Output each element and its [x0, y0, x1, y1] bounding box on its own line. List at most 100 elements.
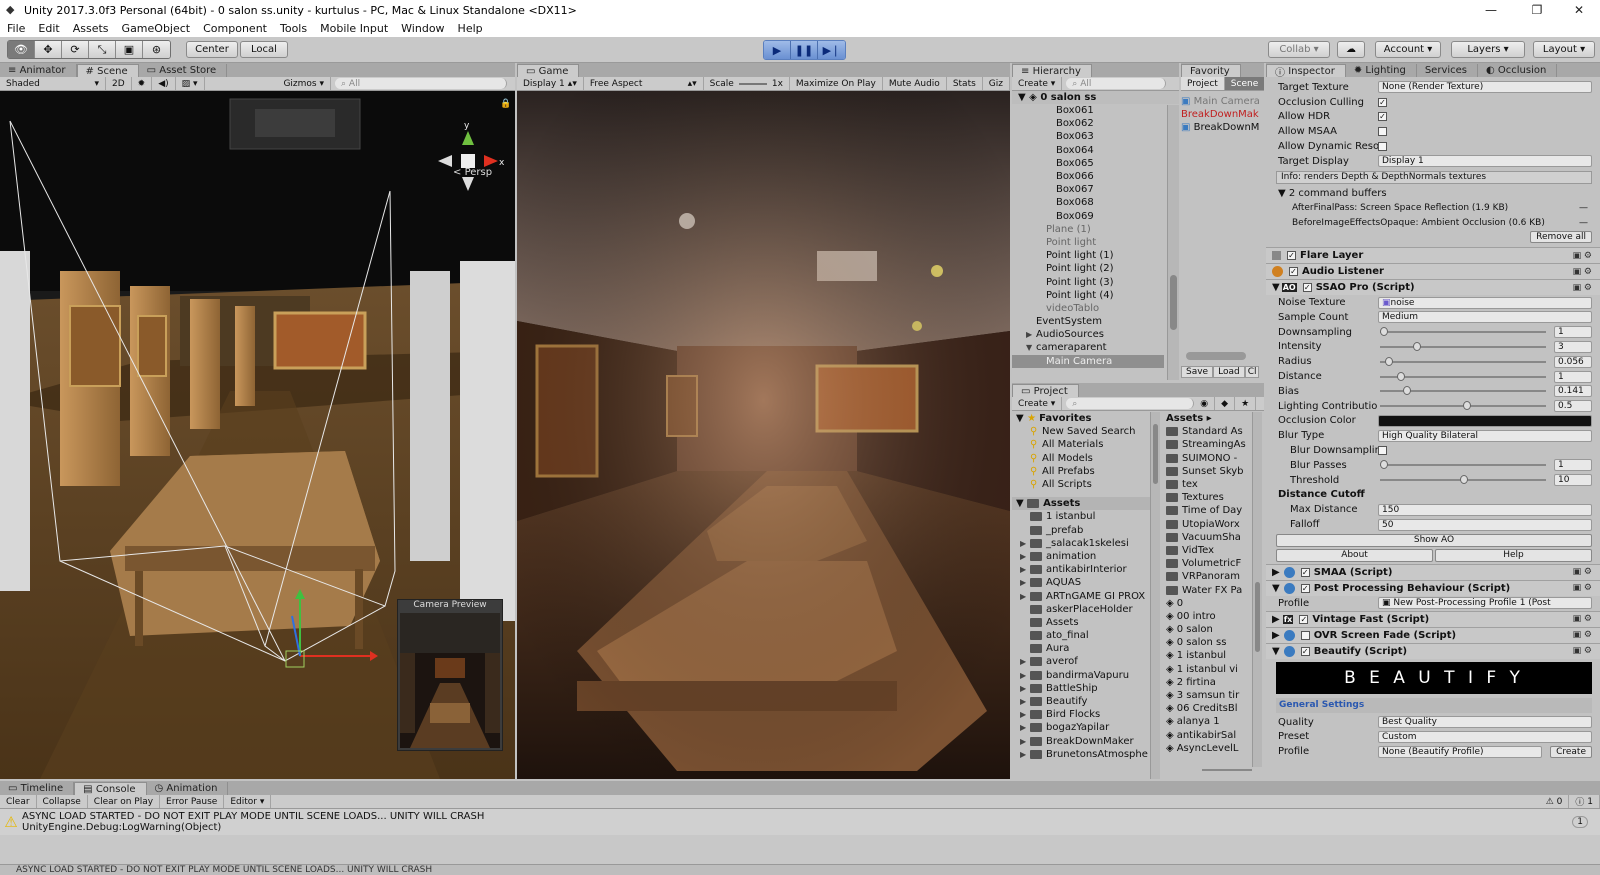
property-field[interactable]: Display 1	[1378, 155, 1592, 168]
favority-save-button[interactable]: Save	[1181, 366, 1214, 378]
favorite-item[interactable]: ⚲ All Scripts	[1012, 478, 1150, 491]
asset-item[interactable]: ◈ 00 intro	[1162, 610, 1252, 623]
project-folder[interactable]: ato_final	[1012, 629, 1150, 642]
console-error-count[interactable]: ⓘ 1	[1569, 795, 1600, 808]
hierarchy-item[interactable]: Point light (4)	[1012, 289, 1164, 302]
tab-favority[interactable]: Favority	[1181, 64, 1241, 77]
property-field[interactable]: ▣ noise	[1378, 296, 1592, 309]
foldout-arrow-icon[interactable]: ▶	[1020, 684, 1030, 693]
layers-button[interactable]: Layers ▾	[1451, 41, 1525, 58]
asset-item[interactable]: ◈ 2 firtina	[1162, 676, 1252, 689]
property-field[interactable]: 50	[1378, 518, 1592, 531]
tab-game[interactable]: ▭ Game	[517, 64, 580, 77]
project-folder[interactable]: _prefab	[1012, 524, 1150, 537]
project-create-button[interactable]: Create ▾	[1012, 397, 1063, 410]
property-number-field[interactable]: 1	[1554, 326, 1592, 339]
help-button[interactable]: Help	[1435, 548, 1592, 562]
menu-window[interactable]: Window	[394, 22, 450, 35]
beautify-profile-create-button[interactable]: Create	[1550, 745, 1592, 758]
slider-knob[interactable]	[1384, 356, 1393, 366]
property-field[interactable]: 150	[1378, 503, 1592, 516]
hierarchy-item[interactable]: Box069	[1012, 210, 1164, 223]
hierarchy-scene-root[interactable]: ▼ ◈ 0 salon ss	[1012, 91, 1179, 104]
console-entry[interactable]: ⚠ ASYNC LOAD STARTED - DO NOT EXIT PLAY …	[0, 809, 1600, 835]
console-editor-dropdown[interactable]: Editor ▾	[224, 795, 272, 808]
remove-all-button[interactable]: Remove all	[1530, 231, 1592, 244]
project-folder[interactable]: ▶ bandirmaVapuru	[1012, 669, 1150, 682]
asset-item[interactable]: ◈ alanya 1	[1162, 715, 1252, 728]
property-number-field[interactable]: 1	[1554, 370, 1592, 383]
console-collapse-button[interactable]: Collapse	[37, 795, 88, 808]
pivot-center-button[interactable]: Center	[186, 41, 238, 58]
cloud-icon[interactable]: ☁	[1337, 41, 1365, 58]
remove-buffer-button[interactable]: —	[1579, 203, 1588, 213]
property-slider[interactable]	[1380, 401, 1546, 411]
property-field[interactable]: Custom	[1378, 730, 1592, 743]
property-number-field[interactable]: 0.5	[1554, 400, 1592, 413]
maximize-button[interactable]: ❐	[1514, 0, 1560, 20]
component-flare-layer[interactable]: ✓ Flare Layer ▣ ⚙	[1266, 247, 1600, 264]
hierarchy-item[interactable]: Box064	[1012, 144, 1164, 157]
favority-item[interactable]: ▣ BreakDownM	[1181, 121, 1264, 134]
hierarchy-item[interactable]: Point light (1)	[1012, 249, 1164, 262]
asset-item[interactable]: Time of Day	[1162, 504, 1252, 517]
menu-help[interactable]: Help	[451, 22, 489, 35]
hierarchy-item[interactable]: Main Camera	[1012, 354, 1164, 368]
hierarchy-item[interactable]: Box065	[1012, 157, 1164, 170]
hierarchy-item[interactable]: Box067	[1012, 183, 1164, 196]
hierarchy-item[interactable]: Point light (3)	[1012, 275, 1164, 288]
close-button[interactable]: ✕	[1556, 0, 1600, 20]
project-folder[interactable]: ▶ Bird Flocks	[1012, 708, 1150, 721]
property-field[interactable]: Best Quality	[1378, 716, 1592, 729]
component-smaa[interactable]: ▶ ✓ SMAA (Script) ▣ ⚙	[1266, 563, 1600, 580]
tab-lighting[interactable]: ✹ Lighting	[1346, 64, 1417, 77]
foldout-arrow-icon[interactable]: ▶	[1020, 552, 1030, 561]
project-folder[interactable]: ▶ AQUAS	[1012, 576, 1150, 589]
component-audio-listener[interactable]: ✓ Audio Listener ▣ ⚙	[1266, 263, 1600, 280]
rotate-tool-icon[interactable]: ⟳	[62, 41, 89, 58]
collab-button[interactable]: Collab ▾	[1268, 41, 1330, 58]
foldout-arrow-icon[interactable]: ▶	[1020, 578, 1030, 587]
component-ovr-screen-fade[interactable]: ▶ OVR Screen Fade (Script) ▣ ⚙	[1266, 626, 1600, 643]
project-folder[interactable]: ▶ ARTnGAME GI PROX	[1012, 589, 1150, 602]
asset-item[interactable]: VRPanoram	[1162, 570, 1252, 583]
slider-knob[interactable]	[1380, 327, 1388, 337]
property-slider[interactable]	[1380, 460, 1546, 470]
menu-mobile-input[interactable]: Mobile Input	[313, 22, 394, 35]
property-slider[interactable]	[1380, 341, 1546, 351]
foldout-arrow-icon[interactable]: ▶	[1020, 565, 1030, 574]
project-search-input[interactable]: ⌕	[1066, 398, 1195, 409]
favorite-item[interactable]: ⚲ All Materials	[1012, 438, 1150, 451]
asset-item[interactable]: ◈ 0 salon	[1162, 623, 1252, 636]
tab-occlusion[interactable]: ◐ Occlusion	[1478, 64, 1558, 77]
property-slider[interactable]	[1380, 371, 1546, 381]
property-checkbox[interactable]	[1378, 446, 1387, 456]
favorite-item[interactable]: ⚲ All Prefabs	[1012, 465, 1150, 478]
asset-item[interactable]: ◈ 1 istanbul	[1162, 649, 1252, 662]
property-number-field[interactable]: 0.056	[1554, 355, 1592, 368]
tab-inspector[interactable]: ⓘ Inspector	[1266, 64, 1346, 79]
lighting-icon[interactable]: ✹	[132, 77, 153, 90]
scale-slider[interactable]: Scale 1x	[704, 77, 790, 90]
menu-component[interactable]: Component	[196, 22, 273, 35]
favority-item[interactable]: BreakDownMak	[1181, 108, 1264, 121]
asset-item[interactable]: ◈ antikabirSal	[1162, 729, 1252, 742]
hierarchy-scrollbar[interactable]	[1167, 105, 1179, 380]
pivot-local-button[interactable]: Local	[240, 41, 288, 58]
hierarchy-item[interactable]: Box063	[1012, 130, 1164, 143]
project-folder[interactable]: Assets	[1012, 616, 1150, 629]
tab-scene[interactable]: # Scene	[76, 64, 139, 77]
tab-hierarchy[interactable]: ≡ Hierarchy	[1012, 64, 1092, 77]
filter-type-icon[interactable]: ◉	[1194, 397, 1216, 410]
project-folder[interactable]: ▶ antikabirInterior	[1012, 563, 1150, 576]
menu-gameobject[interactable]: GameObject	[115, 22, 197, 35]
component-vintage-fast[interactable]: ▶ fx ✓ Vintage Fast (Script) ▣ ⚙	[1266, 610, 1600, 627]
tab-project[interactable]: ▭ Project	[1012, 384, 1079, 397]
hierarchy-item[interactable]: Point light (2)	[1012, 262, 1164, 275]
hierarchy-create-button[interactable]: Create ▾	[1012, 77, 1063, 90]
foldout-arrow-icon[interactable]: ▶	[1026, 330, 1036, 339]
foldout-arrow-icon[interactable]: ▶	[1020, 750, 1030, 759]
slider-knob[interactable]	[1463, 401, 1471, 411]
aspect-dropdown[interactable]: Free Aspect ▴▾	[584, 77, 704, 90]
scene-search-input[interactable]: ⌕ All	[335, 78, 507, 89]
